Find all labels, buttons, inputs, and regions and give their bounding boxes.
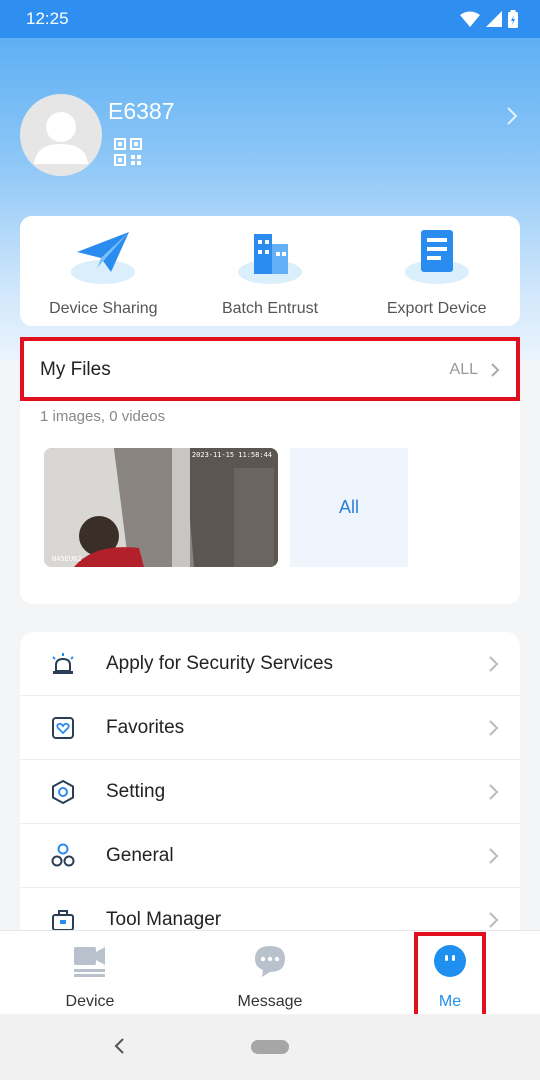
batch-entrust-label: Batch Entrust [221, 300, 319, 317]
avatar[interactable] [20, 94, 102, 176]
menu-item-tool-manager[interactable]: Tool Manager [20, 888, 520, 932]
tab-message-label: Message [237, 993, 303, 1010]
hexagons-cluster-icon [51, 843, 75, 866]
my-files-card: My Files ALL 1 images, 0 videos 2023-11-… [20, 340, 520, 604]
chevron-right-icon[interactable] [504, 106, 520, 126]
document-icon [404, 230, 469, 284]
menu-label-general: General [106, 844, 174, 866]
qr-code-icon[interactable] [114, 138, 142, 166]
thumbnail-timestamp: 2023-11-15 11:58:44 [191, 451, 272, 459]
chevron-right-icon [489, 783, 499, 800]
video-device-icon [74, 947, 105, 977]
tab-message[interactable]: Message [180, 931, 360, 1014]
files-summary: 1 images, 0 videos [40, 408, 166, 425]
bottom-tab-bar: Device Message Me [0, 930, 540, 1014]
menu-label-setting: Setting [106, 780, 166, 802]
tab-me-label: Me [438, 993, 462, 1010]
home-pill[interactable] [251, 1040, 289, 1054]
battery-icon [508, 10, 518, 28]
my-files-all-link[interactable]: ALL [450, 361, 500, 379]
my-files-all-label: ALL [449, 361, 478, 378]
export-device-label: Export Device [386, 300, 487, 317]
cell-signal-icon [486, 11, 502, 27]
system-nav-bar [0, 1014, 540, 1080]
chevron-right-icon [489, 847, 499, 864]
menu-item-general[interactable]: General [20, 824, 520, 888]
thumbnail-caption: N45EU62 [52, 555, 82, 563]
heart-box-icon [52, 716, 74, 739]
back-icon[interactable] [112, 1036, 126, 1056]
settings-menu: Apply for Security Services Favorites Se… [20, 632, 520, 932]
all-media-tile[interactable]: All [290, 448, 408, 567]
my-files-header[interactable]: My Files ALL [20, 340, 520, 400]
chevron-right-icon [489, 655, 499, 672]
status-bar: 12:25 [0, 0, 540, 38]
quick-actions-card: Device Sharing Batch Entrust Export Devi… [20, 216, 520, 326]
tab-me[interactable]: Me [360, 931, 540, 1014]
paper-plane-icon [71, 232, 136, 284]
tab-device[interactable]: Device [0, 931, 180, 1014]
device-sharing-label: Device Sharing [49, 300, 158, 317]
wifi-icon [460, 11, 480, 27]
menu-item-security-services[interactable]: Apply for Security Services [20, 632, 520, 696]
chat-bubble-icon [255, 946, 285, 977]
status-time: 12:25 [26, 9, 69, 28]
menu-item-favorites[interactable]: Favorites [20, 696, 520, 760]
chevron-right-icon [491, 363, 500, 377]
my-files-title: My Files [40, 359, 111, 380]
menu-item-setting[interactable]: Setting [20, 760, 520, 824]
device-sharing-button[interactable]: Device Sharing [20, 216, 187, 326]
hexagon-gear-icon [52, 779, 74, 804]
menu-label-favorites: Favorites [106, 716, 185, 738]
profile-header[interactable]: E6387 [20, 94, 520, 178]
media-thumbnail[interactable]: 2023-11-15 11:58:44 N45EU62 [44, 448, 278, 567]
toolbox-icon [52, 909, 74, 931]
chevron-right-icon [489, 719, 499, 736]
alarm-light-icon [52, 652, 74, 674]
me-face-icon [434, 945, 466, 977]
batch-entrust-button[interactable]: Batch Entrust [187, 216, 354, 326]
menu-label-tool-manager: Tool Manager [106, 908, 222, 930]
export-device-button[interactable]: Export Device [353, 216, 520, 326]
username: E6387 [108, 98, 175, 124]
chevron-right-icon [489, 911, 499, 928]
buildings-icon [238, 234, 302, 284]
menu-label-security-services: Apply for Security Services [106, 652, 334, 674]
tab-device-label: Device [65, 993, 115, 1010]
